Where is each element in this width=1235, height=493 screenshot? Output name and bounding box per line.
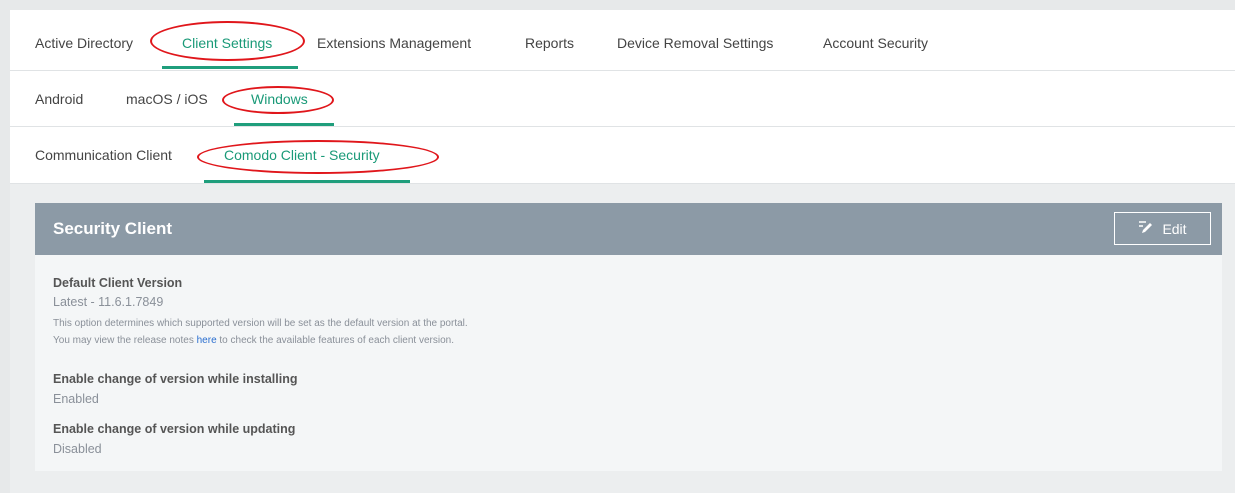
tab-reports[interactable]: Reports <box>525 35 574 51</box>
tab-extensions-management[interactable]: Extensions Management <box>317 35 471 51</box>
default-client-version-note: This option determines which supported v… <box>53 318 468 329</box>
tab-windows-underline <box>234 123 334 126</box>
release-notes-note: You may view the release notes here to c… <box>53 335 454 346</box>
tab-windows[interactable]: Windows <box>251 91 308 107</box>
tab-comodo-client-security[interactable]: Comodo Client - Security <box>224 147 380 163</box>
default-client-version-value: Latest - 11.6.1.7849 <box>53 295 164 309</box>
client-tab-bar: Communication Client Comodo Client - Sec… <box>10 127 1235 184</box>
security-client-panel: Security Client Edit Default Client Vers… <box>35 203 1222 471</box>
change-installing-label: Enable change of version while installin… <box>53 372 298 386</box>
release-notes-link[interactable]: here <box>197 335 217 346</box>
top-tab-bar: Active Directory Client Settings Extensi… <box>10 10 1235 71</box>
os-tab-bar: Android macOS / iOS Windows <box>10 71 1235 127</box>
release-notes-text-pre: You may view the release notes <box>53 335 197 346</box>
panel-header: Security Client Edit <box>35 203 1222 255</box>
panel-title: Security Client <box>53 219 173 238</box>
default-client-version-label: Default Client Version <box>53 276 183 290</box>
tab-android[interactable]: Android <box>35 91 83 107</box>
tab-device-removal-settings[interactable]: Device Removal Settings <box>617 35 773 51</box>
tab-active-directory[interactable]: Active Directory <box>35 35 133 51</box>
change-updating-value: Disabled <box>53 442 102 456</box>
edit-icon <box>1138 220 1154 237</box>
change-updating-label: Enable change of version while updating <box>53 422 296 436</box>
tab-communication-client[interactable]: Communication Client <box>35 147 172 163</box>
tab-client-settings[interactable]: Client Settings <box>182 35 272 51</box>
tab-account-security[interactable]: Account Security <box>823 35 928 51</box>
release-notes-text-post: to check the available features of each … <box>216 335 454 346</box>
tab-comodo-client-security-underline <box>204 180 410 183</box>
change-installing-value: Enabled <box>53 392 99 406</box>
tab-client-settings-underline <box>162 66 298 69</box>
edit-button-label: Edit <box>1162 220 1187 237</box>
tab-macos-ios[interactable]: macOS / iOS <box>126 91 208 107</box>
edit-button[interactable]: Edit <box>1114 212 1211 245</box>
